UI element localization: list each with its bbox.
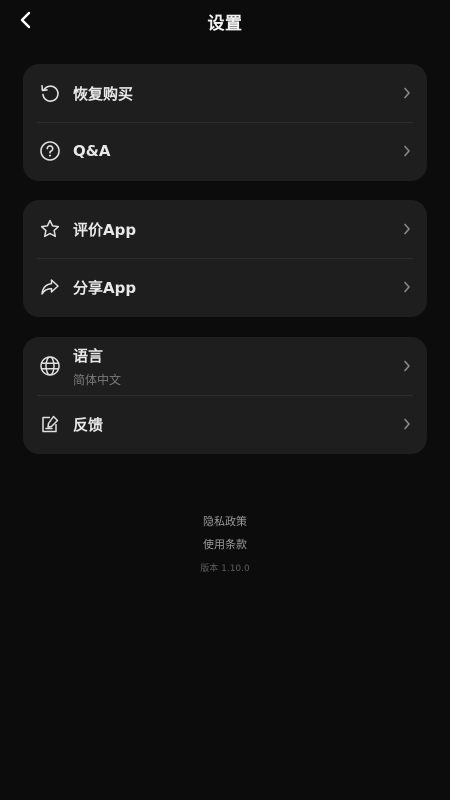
chevron-right-icon xyxy=(401,360,413,372)
chevron-right-icon xyxy=(401,87,413,99)
star-icon xyxy=(39,218,61,240)
share-app-row[interactable]: 分享App xyxy=(23,258,427,316)
chevron-right-icon xyxy=(401,145,413,157)
feedback-label: 反馈 xyxy=(73,415,104,434)
privacy-policy-link[interactable]: 隐私政策 xyxy=(0,515,450,529)
qa-label: Q&A xyxy=(73,142,111,160)
language-row[interactable]: 语言 简体中文 xyxy=(23,337,427,395)
rate-app-row[interactable]: 评价App xyxy=(23,200,427,258)
rate-app-label: 评价App xyxy=(73,220,137,239)
share-app-label: 分享App xyxy=(73,278,137,297)
terms-of-use-link[interactable]: 使用条款 xyxy=(0,538,450,552)
settings-group-purchase: 恢复购买 Q&A xyxy=(23,64,427,181)
language-value: 简体中文 xyxy=(73,372,122,387)
chevron-right-icon xyxy=(401,418,413,430)
qa-row[interactable]: Q&A xyxy=(23,122,427,180)
header: 设置 xyxy=(0,0,450,40)
settings-group-app: 评价App 分享App xyxy=(23,200,427,317)
feedback-row[interactable]: 反馈 xyxy=(23,395,427,453)
restore-icon xyxy=(39,82,61,104)
globe-icon xyxy=(39,355,61,377)
chevron-right-icon xyxy=(401,223,413,235)
chevron-right-icon xyxy=(401,281,413,293)
version-label: 版本 1.10.0 xyxy=(200,564,250,574)
share-icon xyxy=(39,276,61,298)
settings-group-general: 语言 简体中文 反馈 xyxy=(23,337,427,454)
feedback-icon xyxy=(39,413,61,435)
restore-purchase-label: 恢复购买 xyxy=(73,84,134,103)
restore-purchase-row[interactable]: 恢复购买 xyxy=(23,64,427,122)
settings-screen: 设置 恢复购买 Q&A 评价App 分享App 语言 简体中文 反馈 隐私政策 … xyxy=(0,0,450,800)
page-title: 设置 xyxy=(207,14,243,34)
footer: 隐私政策 使用条款 版本 1.10.0 xyxy=(0,515,450,574)
help-circle-icon xyxy=(39,140,61,162)
language-label: 语言 xyxy=(73,346,104,365)
